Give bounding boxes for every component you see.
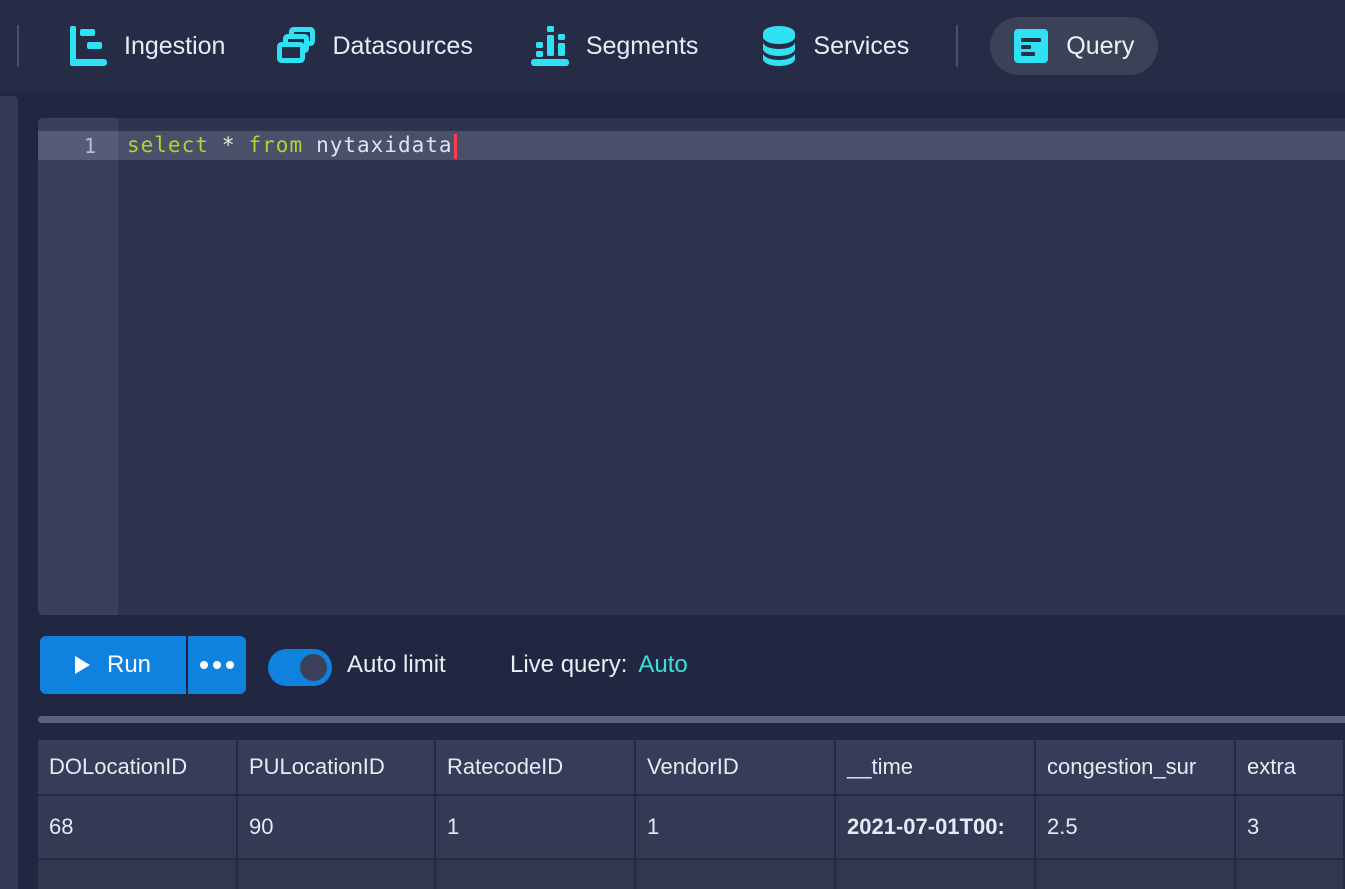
line-number: 1 (38, 134, 96, 158)
live-query-control: Live query: Auto (510, 636, 688, 694)
cell-dolocationid[interactable]: 68 (38, 796, 238, 858)
panel-resize-handle[interactable] (38, 716, 1345, 723)
more-options-icon (200, 661, 234, 669)
table-row (38, 860, 1345, 889)
nav-tab-label: Query (1066, 32, 1134, 61)
nav-tab-datasources[interactable]: Datasources (277, 27, 472, 65)
header-cell-pulocationid[interactable]: PULocationID (238, 740, 436, 794)
sql-operator: * (222, 133, 236, 157)
nav-tab-label: Services (813, 32, 909, 61)
cell-vendorid[interactable] (636, 860, 836, 889)
cell-pulocationid[interactable]: 90 (238, 796, 436, 858)
stacked-cards-icon (277, 27, 315, 65)
gantt-chart-icon (70, 26, 107, 66)
switch-knob (300, 654, 327, 681)
navbar-divider (17, 25, 19, 67)
header-cell-extra[interactable]: extra (1236, 740, 1345, 794)
results-header-row: DOLocationID PULocationID RatecodeID Ven… (38, 740, 1345, 796)
left-panel-edge (0, 96, 18, 889)
nav-tab-label: Segments (586, 32, 699, 61)
sql-editor[interactable]: 1 select * from nytaxidata (38, 118, 1345, 615)
text-cursor (454, 134, 457, 159)
nav-tab-query[interactable]: Query (990, 17, 1158, 75)
bar-chart-icon (531, 26, 569, 66)
cell-extra[interactable] (1236, 860, 1345, 889)
table-row: 68 90 1 1 2021-07-01T00: 2.5 3 (38, 796, 1345, 860)
sql-identifier: nytaxidata (316, 133, 452, 157)
cell-congestion-surcharge[interactable]: 2.5 (1036, 796, 1236, 858)
run-more-options-button[interactable] (186, 636, 246, 694)
results-table: DOLocationID PULocationID RatecodeID Ven… (38, 740, 1345, 889)
cell-pulocationid[interactable] (238, 860, 436, 889)
nav-tab-segments[interactable]: Segments (531, 26, 699, 66)
run-button-group: Run (40, 636, 246, 694)
header-cell-time[interactable]: __time (836, 740, 1036, 794)
cell-dolocationid[interactable] (38, 860, 238, 889)
header-cell-vendorid[interactable]: VendorID (636, 740, 836, 794)
cell-vendorid[interactable]: 1 (636, 796, 836, 858)
cell-time[interactable] (836, 860, 1036, 889)
cell-extra[interactable]: 3 (1236, 796, 1345, 858)
navbar-divider (956, 25, 958, 67)
header-cell-congestion-surcharge[interactable]: congestion_sur (1036, 740, 1236, 794)
cell-ratecodeid[interactable] (436, 860, 636, 889)
nav-tab-services[interactable]: Services (762, 25, 909, 67)
header-cell-dolocationid[interactable]: DOLocationID (38, 740, 238, 794)
live-query-label: Live query: (510, 636, 627, 694)
editor-gutter (38, 118, 118, 615)
nav-tab-label: Ingestion (124, 32, 225, 61)
run-button-label: Run (107, 651, 151, 679)
sql-keyword: select (127, 133, 209, 157)
cell-ratecodeid[interactable]: 1 (436, 796, 636, 858)
auto-limit-switch[interactable] (268, 649, 332, 686)
nav-tab-label: Datasources (332, 32, 472, 61)
play-icon (75, 656, 90, 674)
cell-time[interactable]: 2021-07-01T00: (836, 796, 1036, 858)
auto-limit-label[interactable]: Auto limit (347, 636, 446, 694)
top-navbar: Ingestion Datasources Segments (0, 0, 1345, 92)
header-cell-ratecodeid[interactable]: RatecodeID (436, 740, 636, 794)
query-card-icon (1014, 29, 1048, 63)
sql-keyword: from (249, 133, 304, 157)
cell-congestion-surcharge[interactable] (1036, 860, 1236, 889)
live-query-value[interactable]: Auto (638, 636, 687, 694)
nav-tab-ingestion[interactable]: Ingestion (70, 26, 225, 66)
run-button[interactable]: Run (40, 636, 186, 694)
database-icon (762, 25, 796, 67)
sql-code-line: select * from nytaxidata (127, 133, 457, 159)
